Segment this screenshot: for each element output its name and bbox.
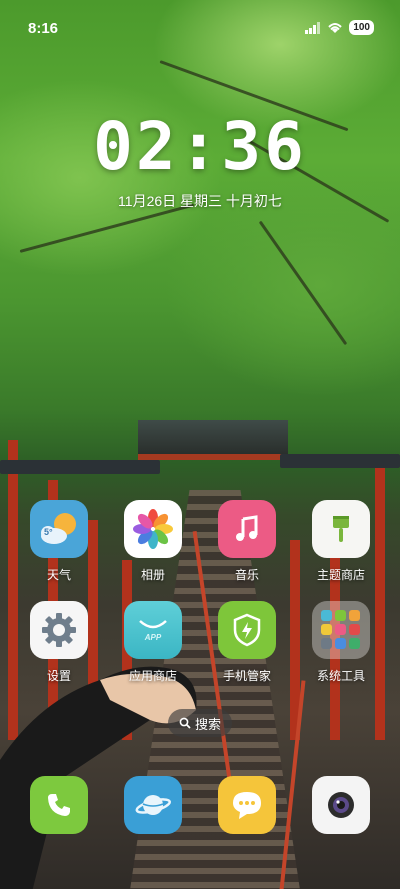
app-label: 应用商店 [128,669,177,683]
search-button[interactable]: 搜索 [168,709,232,737]
app-store-icon: APP [124,601,182,659]
app-photos[interactable]: 相册 [113,500,193,583]
app-store[interactable]: APP 应用商店 [113,601,193,684]
dock-phone[interactable] [19,776,99,834]
app-phone-manager[interactable]: 手机管家 [207,601,287,684]
dock-browser[interactable] [113,776,193,834]
home-screen: 8:16 100 02:36 11月26日 星期三 十月初七 5° 天气 相册 … [0,0,400,889]
browser-icon [124,776,182,834]
theme-store-icon [312,500,370,558]
app-label: 音乐 [234,568,259,582]
app-music[interactable]: 音乐 [207,500,287,583]
phone-manager-shield-icon [218,601,276,659]
app-label: 系统工具 [316,669,365,683]
dock-camera[interactable] [301,776,381,834]
battery-icon: 100 [349,20,374,35]
app-label: 手机管家 [222,669,271,683]
app-weather[interactable]: 5° 天气 [19,500,99,583]
music-icon [218,500,276,558]
app-label: 主题商店 [316,568,365,582]
phone-icon [30,776,88,834]
app-label: 天气 [46,568,71,582]
app-label: 相册 [140,568,165,582]
search-label: 搜索 [194,716,221,732]
date-label: 11月26日 星期三 十月初七 [118,193,282,209]
clock-widget[interactable]: 02:36 [0,108,400,185]
dock-messages[interactable] [207,776,287,834]
system-tools-folder-icon [312,601,370,659]
settings-gear-icon [30,601,88,659]
status-time: 8:16 [28,20,59,37]
app-label: 设置 [46,669,71,683]
weather-icon: 5° [30,500,88,558]
signal-icon [305,21,321,34]
weather-temp: 5° [44,527,53,537]
search-icon [179,717,191,729]
camera-icon [312,776,370,834]
wifi-icon [328,22,343,33]
photos-icon [124,500,182,558]
status-bar: 8:16 100 [0,0,400,40]
app-store-badge: APP [144,632,162,642]
app-theme-store[interactable]: 主题商店 [301,500,381,583]
messages-icon [218,776,276,834]
app-settings[interactable]: 设置 [19,601,99,684]
app-system-tools[interactable]: 系统工具 [301,601,381,684]
